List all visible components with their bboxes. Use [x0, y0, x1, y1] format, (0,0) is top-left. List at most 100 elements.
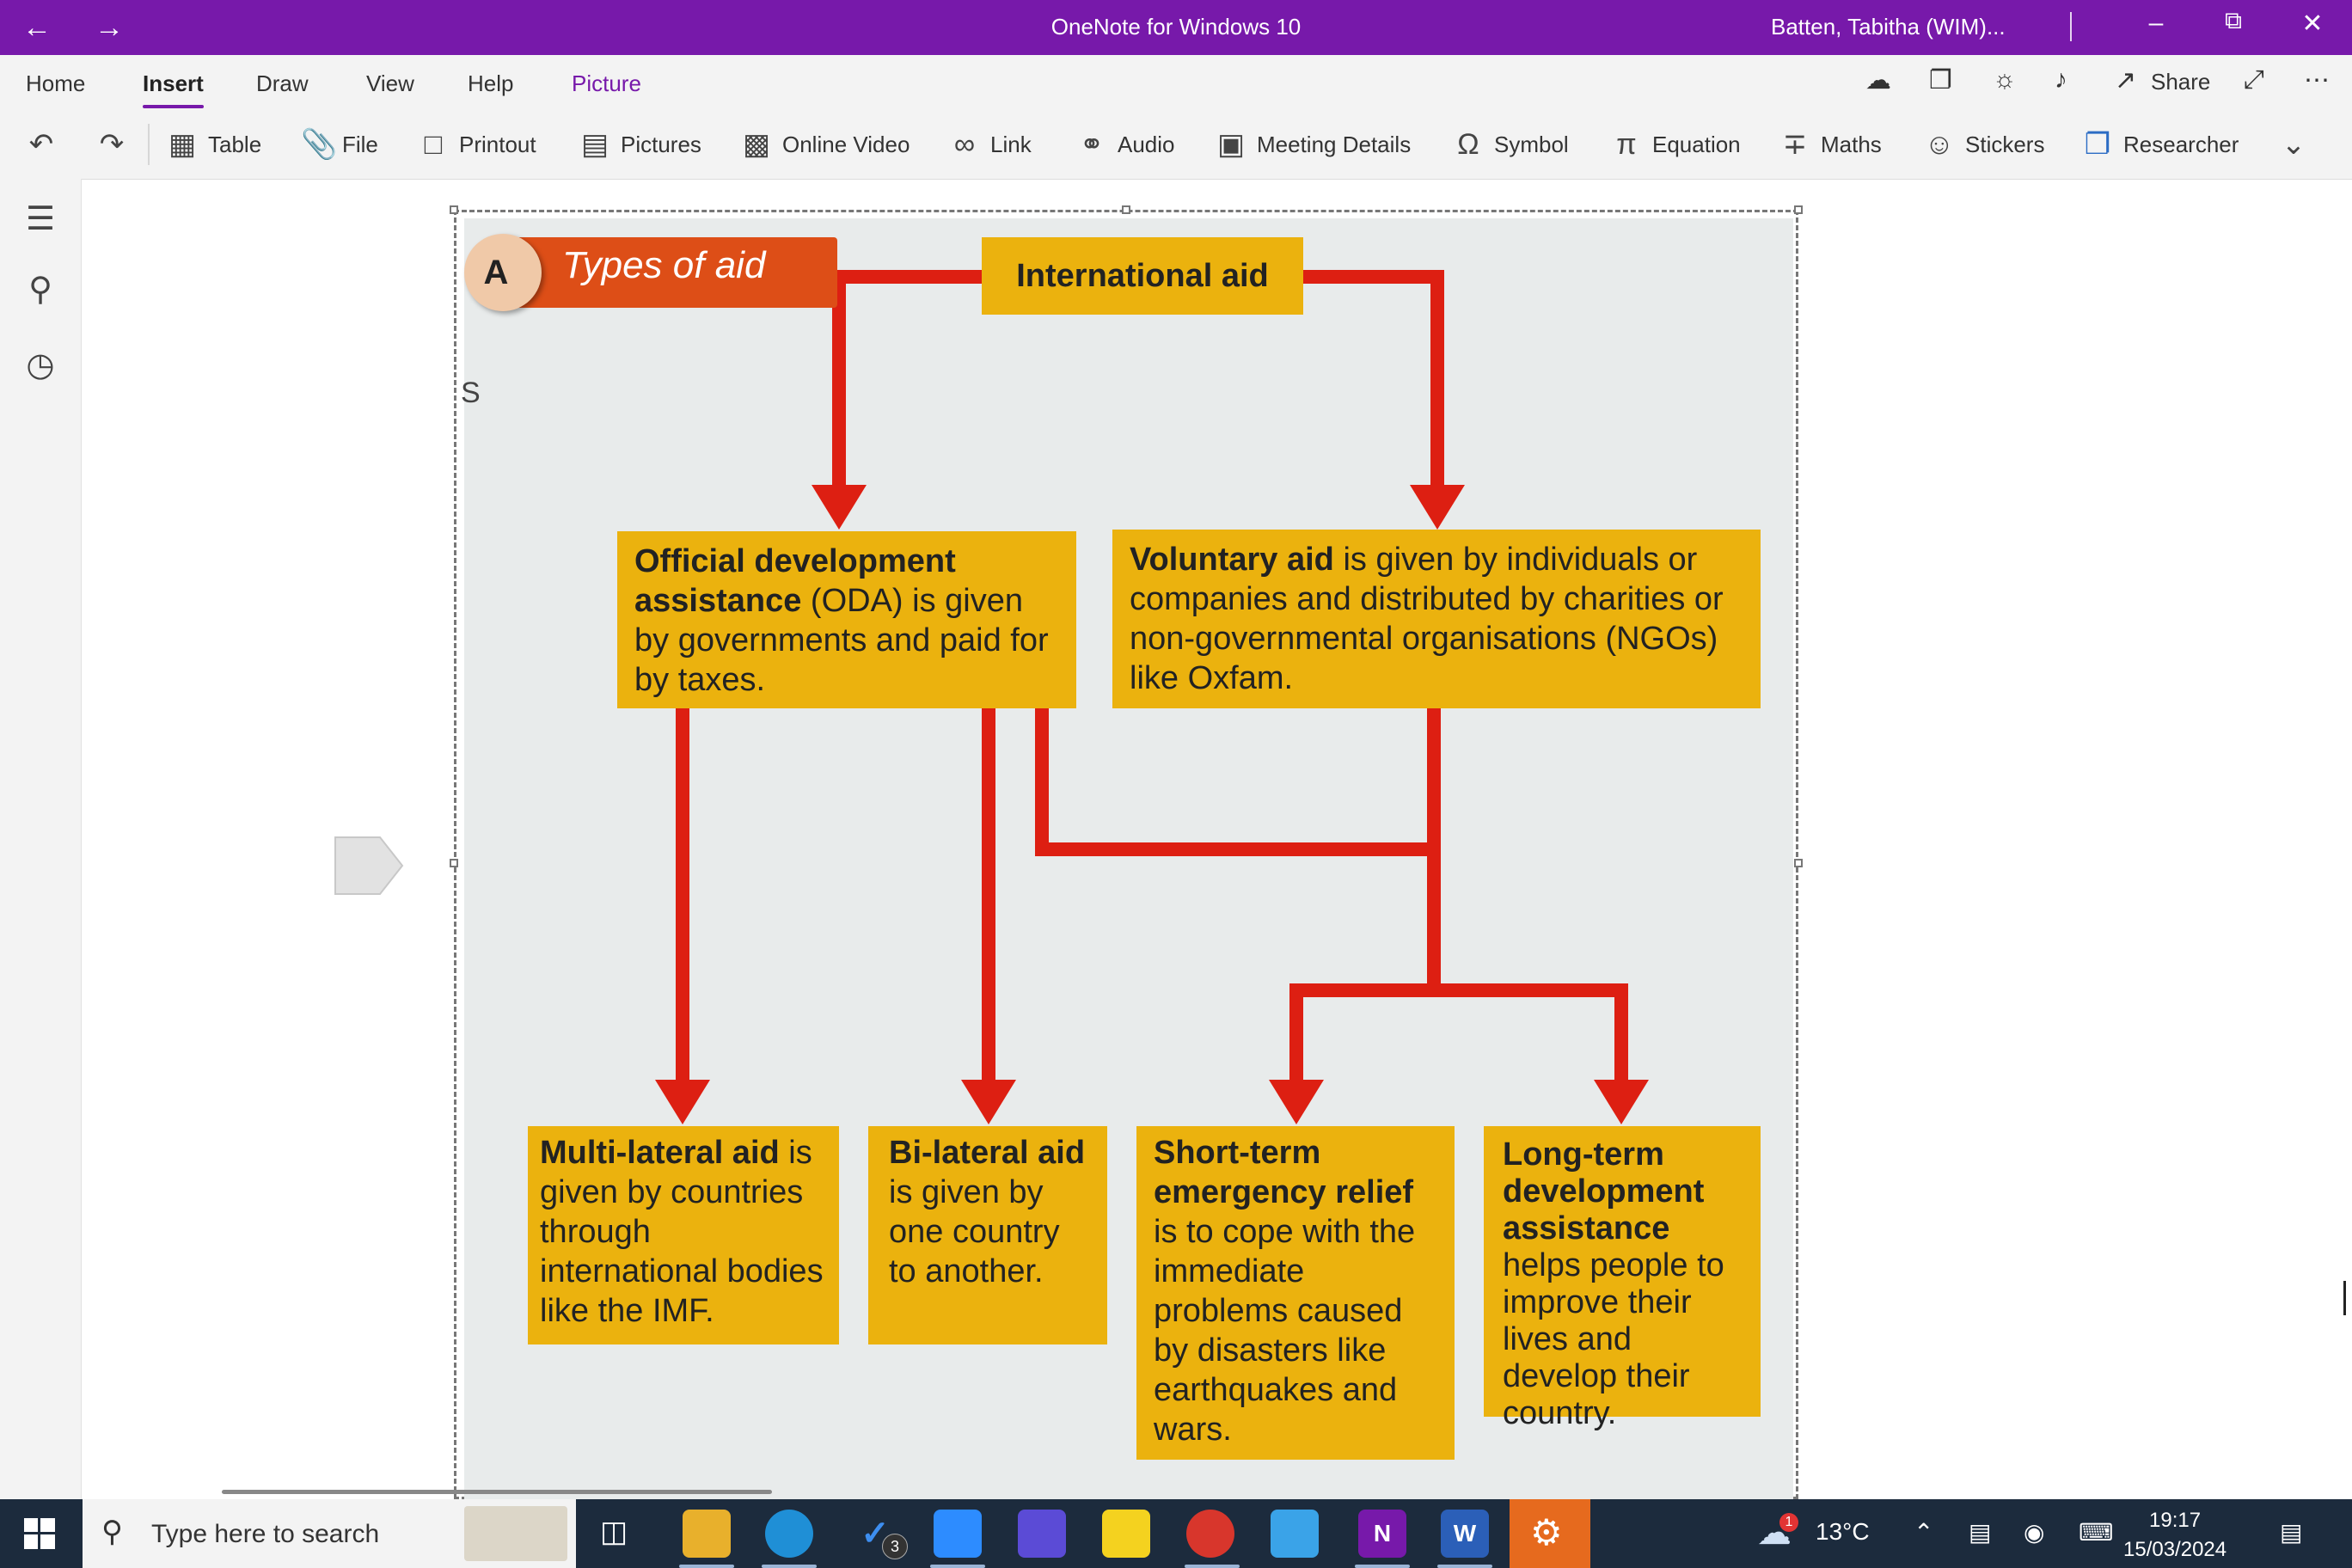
- researcher-button[interactable]: ❐ Researcher: [2082, 127, 2239, 162]
- title-separator: [2070, 12, 2072, 41]
- search-icon[interactable]: ⚲: [21, 270, 60, 309]
- tab-insert[interactable]: Insert: [143, 70, 204, 108]
- title-bar: ← → OneNote for Windows 10 Batten, Tabit…: [0, 0, 2352, 55]
- file-label: File: [342, 131, 378, 157]
- windows-start-icon[interactable]: [24, 1518, 55, 1549]
- stickers-button[interactable]: ☺ Stickers: [1924, 127, 2045, 162]
- file-explorer-icon[interactable]: [683, 1510, 731, 1558]
- onenote-app-icon[interactable]: N: [1358, 1510, 1406, 1558]
- tab-view[interactable]: View: [366, 70, 414, 97]
- bilateral-text: is given by one country to another.: [889, 1174, 1060, 1289]
- ribbon-expand-button[interactable]: ⌄: [2278, 127, 2319, 162]
- typed-character: S: [461, 377, 481, 409]
- expand-icon[interactable]: ⤢: [2244, 65, 2264, 95]
- photos-icon[interactable]: [1271, 1510, 1319, 1558]
- microphone-icon: ⚭: [1079, 128, 1105, 161]
- insert-symbol-button[interactable]: Ω Symbol: [1453, 127, 1569, 162]
- tab-home[interactable]: Home: [26, 70, 85, 97]
- resize-handle[interactable]: [1794, 205, 1803, 214]
- sync-status-icon[interactable]: ☁: [1865, 65, 1891, 95]
- vertical-scroll-indicator[interactable]: [2343, 1281, 2346, 1315]
- chrome-icon[interactable]: [1186, 1510, 1234, 1558]
- taskbar-search-box[interactable]: ⚲ Type here to search: [83, 1499, 576, 1568]
- resize-handle[interactable]: [450, 859, 458, 867]
- table-label: Table: [208, 131, 262, 157]
- edge-browser-icon[interactable]: [765, 1510, 813, 1558]
- bell-icon[interactable]: ♪: [2055, 65, 2067, 95]
- long-term-title: Long-term development assistance: [1503, 1136, 1705, 1246]
- minimize-icon[interactable]: –: [2139, 9, 2173, 38]
- online-video-label: Online Video: [782, 131, 910, 157]
- horizontal-scrollbar[interactable]: [222, 1490, 772, 1494]
- search-highlight-image: [464, 1506, 567, 1561]
- zoom-icon[interactable]: [934, 1510, 982, 1558]
- symbol-label: Symbol: [1494, 131, 1569, 157]
- more-options-icon[interactable]: ⋯: [2304, 65, 2330, 95]
- word-app-icon[interactable]: W: [1441, 1510, 1489, 1558]
- paperclip-icon: 📎: [301, 128, 338, 161]
- maths-button[interactable]: ∓ Maths: [1779, 127, 1882, 162]
- weather-alert-badge: 1: [1779, 1513, 1798, 1532]
- network-icon[interactable]: ▤: [1969, 1518, 1991, 1547]
- system-clock[interactable]: 19:17 15/03/2024: [2123, 1506, 2226, 1565]
- resize-handle[interactable]: [1794, 859, 1803, 867]
- close-icon[interactable]: ✕: [2295, 9, 2330, 39]
- insert-printout-button[interactable]: □ Printout: [418, 127, 536, 162]
- restore-icon[interactable]: ⧉: [2216, 7, 2251, 35]
- share-icon[interactable]: ↗: [2115, 65, 2136, 95]
- meeting-details-button[interactable]: ▣ Meeting Details: [1216, 127, 1411, 162]
- running-indicator: [1185, 1565, 1240, 1568]
- table-icon: ▦: [168, 128, 197, 161]
- notifications-icon[interactable]: ▤: [2280, 1518, 2302, 1547]
- running-indicator: [679, 1565, 734, 1568]
- maths-icon: ∓: [1782, 128, 1808, 161]
- badge-letter: A: [483, 254, 509, 291]
- page-tag-arrow-icon[interactable]: [334, 836, 404, 896]
- pi-icon: π: [1616, 127, 1637, 161]
- insert-equation-button[interactable]: π Equation: [1611, 127, 1740, 162]
- tab-help[interactable]: Help: [468, 70, 513, 97]
- notebooks-library-icon[interactable]: ☰: [21, 199, 60, 238]
- account-name[interactable]: Batten, Tabitha (WIM)...: [1771, 14, 2006, 40]
- printout-label: Printout: [459, 131, 536, 157]
- sticky-notes-icon[interactable]: [1102, 1510, 1150, 1558]
- menu-bar: Home Insert Draw View Help Picture ☁ ❐ ☼…: [0, 55, 2352, 112]
- online-video-icon: ▩: [742, 128, 771, 161]
- settings-app-tile[interactable]: ⚙: [1510, 1499, 1590, 1568]
- resize-handle[interactable]: [1122, 205, 1130, 214]
- audio-label: Audio: [1118, 131, 1175, 157]
- insert-file-button[interactable]: 📎 File: [301, 127, 378, 162]
- chevron-down-icon: ⌄: [2281, 128, 2306, 161]
- windows-taskbar: ⚲ Type here to search ◫ ✓ 3 N W ⚙ ☁ 1 13…: [0, 1499, 2352, 1568]
- keyboard-icon[interactable]: ⌨: [2079, 1518, 2113, 1547]
- insert-ribbon: ↶ ↷ ▦ Table 📎 File □ Printout ▤ Pictures ▩ On…: [0, 112, 2352, 180]
- insert-pictures-button[interactable]: ▤ Pictures: [579, 127, 701, 162]
- types-of-aid-diagram: International aid Official development a…: [464, 218, 1793, 1499]
- voluntary-aid-box: Voluntary aid is given by individuals or…: [1112, 530, 1761, 708]
- chevron-up-icon[interactable]: ⌃: [1914, 1518, 1933, 1547]
- resize-handle[interactable]: [450, 205, 458, 214]
- clock-time: 19:17: [2149, 1509, 2202, 1532]
- recent-history-icon[interactable]: ◷: [21, 346, 60, 384]
- meet-now-icon[interactable]: ◉: [2024, 1518, 2044, 1547]
- bilateral-title: Bi-lateral aid: [889, 1135, 1086, 1171]
- redo-button[interactable]: ↷: [96, 127, 138, 162]
- insert-link-button[interactable]: ∞ Link: [949, 127, 1032, 162]
- international-aid-box: International aid: [982, 237, 1303, 315]
- tab-draw[interactable]: Draw: [256, 70, 309, 97]
- insert-table-button[interactable]: ▦ Table: [167, 127, 261, 162]
- task-view-icon[interactable]: ◫: [600, 1515, 628, 1549]
- temperature-label[interactable]: 13°C: [1816, 1518, 1870, 1546]
- pictures-label: Pictures: [621, 131, 701, 157]
- link-label: Link: [990, 131, 1032, 157]
- insert-online-video-button[interactable]: ▩ Online Video: [741, 127, 910, 162]
- copilot-icon[interactable]: [1018, 1510, 1066, 1558]
- redo-icon: ↷: [99, 128, 125, 161]
- tab-picture[interactable]: Picture: [572, 70, 641, 97]
- notebooks-icon[interactable]: ❐: [1929, 65, 1952, 95]
- insert-audio-button[interactable]: ⚭ Audio: [1076, 127, 1175, 162]
- short-term-text: is to cope with the immediate problems c…: [1154, 1214, 1416, 1448]
- undo-button[interactable]: ↶: [26, 127, 67, 162]
- lightbulb-icon[interactable]: ☼: [1993, 65, 2017, 95]
- share-button[interactable]: Share: [2151, 69, 2210, 95]
